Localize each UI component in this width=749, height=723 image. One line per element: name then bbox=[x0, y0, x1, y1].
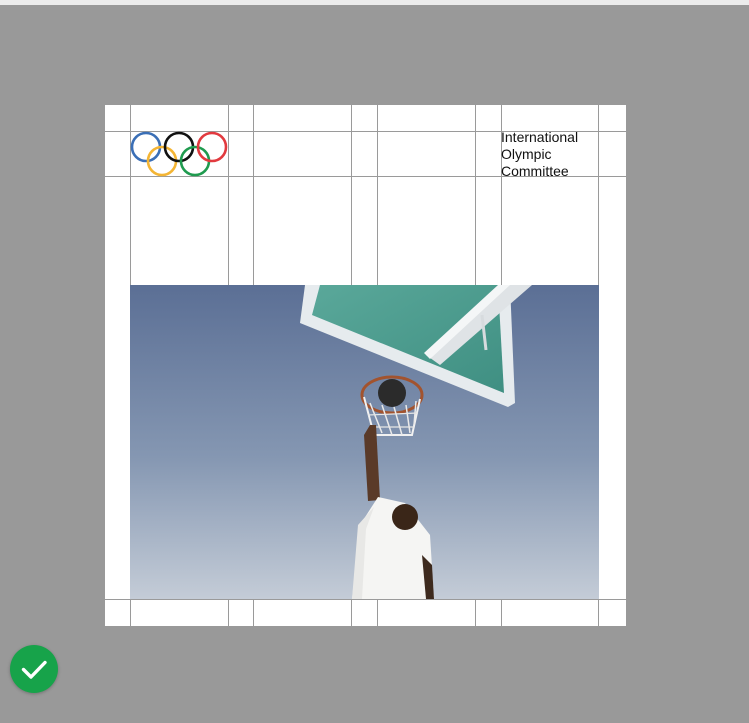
confirm-button[interactable] bbox=[10, 645, 58, 693]
org-name-line: Olympic bbox=[501, 146, 552, 162]
org-name-line: Committee bbox=[501, 163, 569, 179]
artboard[interactable]: International Olympic Committee bbox=[105, 105, 626, 626]
olympic-rings-icon bbox=[130, 131, 228, 177]
basketball-dunk-photo bbox=[130, 285, 599, 599]
org-name: International Olympic Committee bbox=[501, 129, 599, 180]
top-strip bbox=[0, 0, 749, 5]
org-name-line: International bbox=[501, 129, 579, 145]
checkmark-icon bbox=[21, 660, 47, 679]
